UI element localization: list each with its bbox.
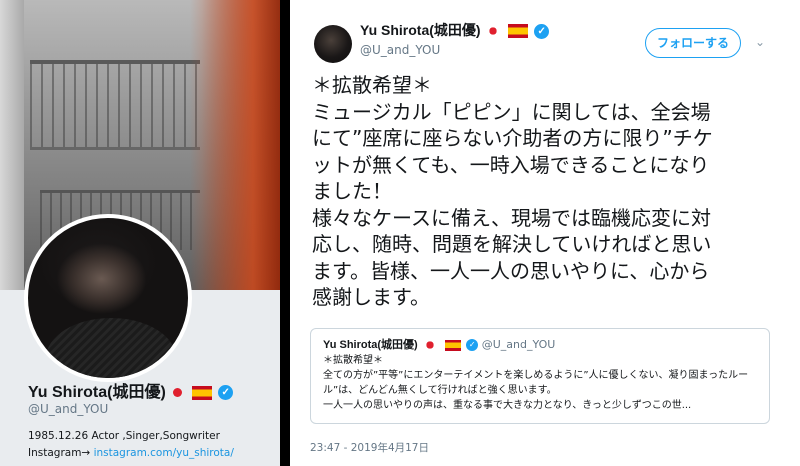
follow-button[interactable]: フォローする [645, 28, 741, 58]
tweet-avatar[interactable] [314, 25, 352, 63]
tweet-handle[interactable]: @U_and_YOU [360, 43, 440, 57]
quoted-tweet[interactable]: Yu Shirota(城田優) ✓ @U_and_YOU ＊拡散希望＊ 全ての方… [310, 328, 770, 424]
tweet-card: Yu Shirota(城田優) ✓ @U_and_YOU フォローする ⌄ ＊拡… [290, 0, 800, 466]
profile-handle[interactable]: @U_and_YOU [28, 402, 108, 416]
tweet-line: 応し、随時、問題を解決していければと思い [312, 232, 712, 256]
profile-name[interactable]: Yu Shirota(城田優) ✓ [28, 378, 234, 402]
quoted-tweet-header: Yu Shirota(城田優) ✓ @U_and_YOU [323, 337, 757, 353]
banner-light [190, 0, 280, 290]
profile-avatar[interactable] [24, 214, 192, 382]
tweet-line: ＊拡散希望＊ [312, 73, 432, 97]
red-circle-icon [173, 388, 183, 398]
tweet-timestamp[interactable]: 23:47 - 2019年4月17日 [310, 440, 429, 455]
tweet-line: ットが無くても、一時入場できることになり [312, 152, 710, 177]
quoted-author-handle: @U_and_YOU [481, 338, 556, 351]
profile-bio-instagram: Instagram→ instagram.com/yu_shirota/ [28, 445, 234, 462]
quoted-line: 全ての方が”平等”にエンターテイメントを楽しめるように”人に優しくない、凝り固ま… [323, 370, 749, 396]
quoted-author-name: Yu Shirota(城田優) [323, 339, 418, 351]
spain-flag-icon [508, 24, 529, 39]
tweet-line: 様々なケースに備え、現場では臨機応変に対 [312, 205, 711, 230]
tweet-line: ました！ [312, 179, 392, 203]
banner-wall [0, 0, 24, 290]
verified-badge-icon: ✓ [534, 23, 550, 39]
tweet-author-name[interactable]: Yu Shirota(城田優) [360, 22, 481, 38]
chevron-down-icon[interactable]: ⌄ [755, 36, 767, 48]
spain-flag-icon [191, 385, 212, 400]
tweet-line: ます。皆様、一人一人の思いやりに、心から [312, 258, 710, 283]
spain-flag-icon [444, 339, 461, 351]
banner-balcony [30, 60, 200, 150]
tweet-line: ミュージカル「ピピン」に関しては、全会場 [312, 99, 711, 124]
profile-bio-prefix: Instagram→ [28, 447, 94, 459]
profile-bio: 1985.12.26 Actor ,Singer,Songwriter Inst… [28, 428, 234, 462]
verified-badge-icon: ✓ [218, 385, 234, 401]
tweet-line: にて”座席に座らない介助者の方に限り”チケ [312, 126, 713, 150]
japan-flag-icon [487, 25, 500, 38]
quoted-line: ＊拡散希望＊ [323, 355, 383, 366]
instagram-link[interactable]: instagram.com/yu_shirota/ [94, 447, 234, 459]
tweet-line: 感謝します。 [312, 285, 430, 309]
profile-bio-line: 1985.12.26 Actor ,Singer,Songwriter [28, 430, 220, 442]
profile-name-text[interactable]: Yu Shirota(城田優) [28, 384, 166, 401]
tweet-author[interactable]: Yu Shirota(城田優) ✓ [360, 20, 550, 40]
japan-flag-icon [424, 339, 437, 351]
quoted-line: 一人一人の思いやりの声は、重なる事で大きな力となり、きっと少しずつこの世... [323, 400, 692, 411]
verified-badge-icon: ✓ [466, 339, 479, 351]
tweet-text: ＊拡散希望＊ ミュージカル「ピピン」に関しては、全会場 にて”座席に座らない介助… [312, 72, 772, 311]
